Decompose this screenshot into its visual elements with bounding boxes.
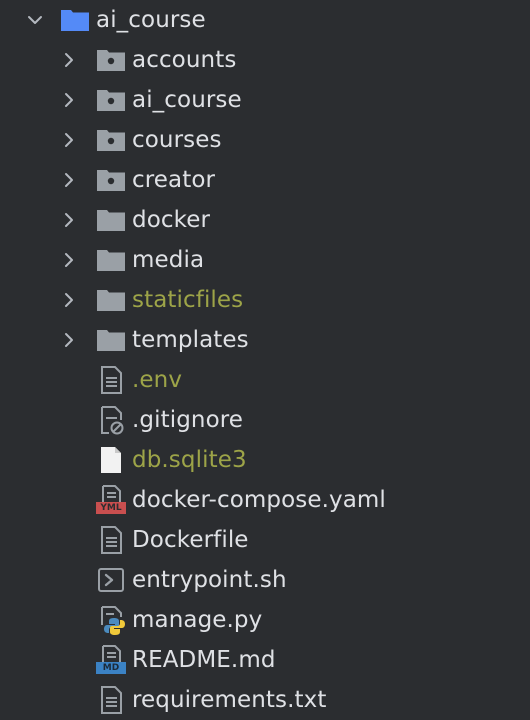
ignore-file-icon	[96, 405, 126, 435]
tree-item-label: entrypoint.sh	[132, 567, 287, 593]
tree-item-manage-py[interactable]: manage.py	[0, 600, 530, 640]
chevron-right-icon[interactable]	[57, 280, 81, 320]
tree-item-label: db.sqlite3	[132, 447, 247, 473]
tree-item-label: accounts	[132, 47, 237, 73]
chevron-right-icon[interactable]	[57, 160, 81, 200]
tree-item-db-sqlite3[interactable]: db.sqlite3	[0, 440, 530, 480]
tree-item-label: ai_course	[132, 87, 242, 113]
chevron-right-icon[interactable]	[57, 240, 81, 280]
tree-item-label: staticfiles	[132, 287, 244, 313]
tree-item-label: docker	[132, 207, 211, 233]
chevron-right-icon[interactable]	[57, 200, 81, 240]
tree-item-ai-course[interactable]: ai_course	[0, 80, 530, 120]
tree-item-templates[interactable]: templates	[0, 320, 530, 360]
tree-item-label: media	[132, 247, 205, 273]
tree-item-label: manage.py	[132, 607, 263, 633]
tree-item-gitignore[interactable]: .gitignore	[0, 400, 530, 440]
tree-item-docker[interactable]: docker	[0, 200, 530, 240]
tree-item-staticfiles[interactable]: staticfiles	[0, 280, 530, 320]
tree-item-label: Dockerfile	[132, 527, 249, 553]
tree-item-label: README.md	[132, 647, 276, 673]
chevron-right-icon[interactable]	[57, 40, 81, 80]
tree-item-label: .env	[132, 367, 183, 393]
tree-item-readme[interactable]: MD README.md	[0, 640, 530, 680]
shell-script-icon	[96, 565, 126, 595]
tree-item-media[interactable]: media	[0, 240, 530, 280]
yaml-badge-text: YML	[100, 503, 122, 513]
tree-item-label: .gitignore	[132, 407, 244, 433]
folder-icon	[96, 205, 126, 235]
tree-item-requirements[interactable]: requirements.txt	[0, 680, 530, 720]
tree-item-label: requirements.txt	[132, 687, 327, 713]
tree-item-creator[interactable]: creator	[0, 160, 530, 200]
markdown-badge-text: MD	[102, 663, 120, 673]
tree-item-dockerfile[interactable]: Dockerfile	[0, 520, 530, 560]
markdown-file-icon: MD	[96, 645, 126, 675]
tree-root-row[interactable]: ai_course	[0, 0, 530, 40]
tree-root-label: ai_course	[96, 7, 206, 33]
folder-icon	[60, 5, 90, 35]
module-folder-icon	[96, 85, 126, 115]
chevron-right-icon[interactable]	[57, 80, 81, 120]
module-folder-icon	[96, 125, 126, 155]
folder-icon	[96, 325, 126, 355]
folder-icon	[96, 285, 126, 315]
module-folder-icon	[96, 165, 126, 195]
tree-item-label: creator	[132, 167, 216, 193]
tree-item-courses[interactable]: courses	[0, 120, 530, 160]
folder-icon	[96, 245, 126, 275]
text-file-icon	[96, 525, 126, 555]
tree-item-label: docker-compose.yaml	[132, 487, 386, 513]
tree-item-docker-compose[interactable]: YML docker-compose.yaml	[0, 480, 530, 520]
tree-item-accounts[interactable]: accounts	[0, 40, 530, 80]
tree-item-entrypoint[interactable]: entrypoint.sh	[0, 560, 530, 600]
tree-item-env[interactable]: .env	[0, 360, 530, 400]
blank-file-icon	[96, 445, 126, 475]
chevron-right-icon[interactable]	[57, 320, 81, 360]
text-file-icon	[96, 685, 126, 715]
yaml-file-icon: YML	[96, 485, 126, 515]
tree-item-label: templates	[132, 327, 249, 353]
text-file-icon	[96, 365, 126, 395]
project-tree: ai_course accounts ai_course courses cre…	[0, 0, 530, 720]
chevron-down-icon[interactable]	[23, 0, 47, 40]
module-folder-icon	[96, 45, 126, 75]
chevron-right-icon[interactable]	[57, 120, 81, 160]
python-file-icon	[96, 605, 126, 635]
tree-item-label: courses	[132, 127, 222, 153]
